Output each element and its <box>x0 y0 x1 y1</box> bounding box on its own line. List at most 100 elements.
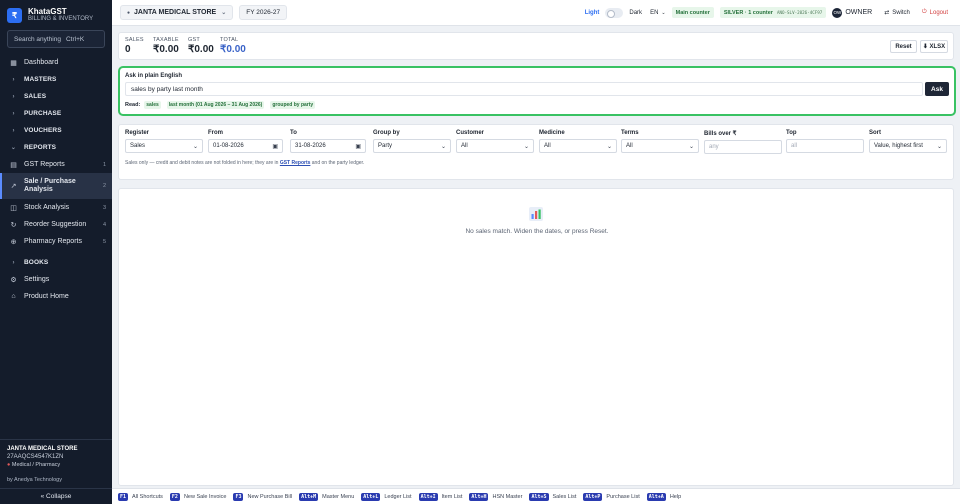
sidebar-group-sales[interactable]: › SALES <box>0 88 112 105</box>
language-selector[interactable]: EN ⌄ <box>650 10 666 16</box>
filter-label: Medicine <box>539 130 565 136</box>
refresh-icon: ↻ <box>10 221 17 229</box>
user-role: OWNER <box>845 9 873 16</box>
parsed-query: Read: sales last month (01 Aug 2026 – 31… <box>125 101 321 109</box>
shortcut-label: Purchase List <box>606 493 640 500</box>
register-note: Sales only — credit and debit notes are … <box>125 160 365 167</box>
license-label: SILVER · 1 counter <box>723 9 773 16</box>
from-date-input[interactable]: 01-08-2026 ▣ <box>208 139 283 153</box>
sidebar-item-reorder-suggestion[interactable]: ↻ Reorder Suggestion 4 <box>0 216 112 233</box>
chevron-down-icon: ⌄ <box>606 143 612 150</box>
shortcut-master-menu[interactable]: Alt+M Master Menu <box>299 492 355 501</box>
theme-toggle[interactable] <box>605 7 624 18</box>
export-xlsx-button[interactable]: ⬇ XLSX <box>920 40 948 53</box>
collapse-button[interactable]: « Collapse <box>0 488 112 504</box>
calendar-icon[interactable]: ▣ <box>355 143 361 150</box>
customer-select[interactable]: All ⌄ <box>456 139 534 153</box>
license-badge: SILVER · 1 counter ANO-SLV-2026-4CF97 <box>719 7 827 18</box>
select-value: All <box>626 143 633 149</box>
shortcut-label: Master Menu <box>322 493 355 500</box>
logout-button[interactable]: ⏻ Logout <box>918 6 952 19</box>
app-subtitle: BILLING & INVENTORY <box>28 16 94 22</box>
sidebar-item-sale-purchase-analysis[interactable]: ↗ Sale / Purchase Analysis 2 <box>0 173 112 199</box>
brand[interactable]: ₹ KhataGST BILLING & INVENTORY <box>0 0 112 28</box>
stat-value: ₹0.00 <box>188 44 214 55</box>
theme-light-label: Light <box>584 9 600 16</box>
sidebar-group-label: REPORTS <box>24 144 57 151</box>
shortcut-sales-list[interactable]: Alt+S Sales List <box>529 492 576 501</box>
shortcut-key: F3 <box>233 492 244 501</box>
store-info: JANTA MEDICAL STORE 27AAQCS4547K1ZN ● Me… <box>0 439 112 472</box>
calendar-icon[interactable]: ▣ <box>272 143 278 150</box>
shortcut-help[interactable]: Alt+A Help <box>646 492 681 501</box>
sidebar-group-reports[interactable]: ⌄ REPORTS <box>0 139 112 156</box>
shortcut-label: New Sale Invoice <box>183 493 227 500</box>
gear-icon: ⚙ <box>10 276 17 284</box>
filter-sort: Sort Value, highest first ⌄ <box>869 130 947 153</box>
filter-label: Bills over ₹ <box>704 131 737 137</box>
shortcut-label: New Purchase Bill <box>247 493 293 500</box>
shortcut-ledger-list[interactable]: Alt+L Ledger List <box>361 492 412 501</box>
reset-button[interactable]: Reset <box>890 40 917 53</box>
shortcut-key: Alt+P <box>583 492 603 501</box>
theme-switch[interactable]: Light Dark <box>584 7 642 18</box>
shortcut-item-list[interactable]: Alt+I Item List <box>418 492 462 501</box>
bills-over-input[interactable]: any <box>704 140 782 154</box>
counter-badge: Main counter <box>671 7 714 18</box>
home-icon: ⌂ <box>11 293 16 300</box>
sidebar-item-label: Sale / Purchase Analysis <box>24 178 76 194</box>
sidebar-item-settings[interactable]: ⚙ Settings <box>0 271 112 288</box>
sidebar-group-purchase[interactable]: › PURCHASE <box>0 105 112 122</box>
shortcut-hsn-master[interactable]: Alt+H HSN Master <box>469 492 522 501</box>
sidebar-item-number: 4 <box>102 221 106 228</box>
sidebar-group-books[interactable]: › BOOKS <box>0 254 112 271</box>
sidebar-item-label-line1: Sale / Purchase <box>24 178 76 185</box>
shortcut-purchase-list[interactable]: Alt+P Purchase List <box>583 492 640 501</box>
ask-input[interactable]: sales by party last month <box>125 82 923 96</box>
filter-label: Top <box>786 130 797 136</box>
gst-reports-link[interactable]: GST Reports <box>280 160 311 166</box>
sidebar-nav: ▦ Dashboard › MASTERS › SALES › PURCHASE… <box>0 54 112 439</box>
store-selector[interactable]: ● JANTA MEDICAL STORE ⌄ <box>120 5 234 20</box>
stat-label: TAXABLE <box>153 37 179 43</box>
sidebar-item-label: Pharmacy Reports <box>24 238 82 245</box>
shortcut-new-purchase[interactable]: F3 New Purchase Bill <box>233 492 293 501</box>
fiscal-year-selector[interactable]: FY 2026-27 <box>239 5 288 20</box>
sidebar-group-vouchers[interactable]: › VOUCHERS <box>0 122 112 139</box>
top-bar: ● JANTA MEDICAL STORE ⌄ FY 2026-27 Light… <box>112 0 960 26</box>
shortcut-new-sale[interactable]: F2 New Sale Invoice <box>169 492 227 501</box>
filter-label: Sort <box>869 130 881 136</box>
filter-label: To <box>290 130 297 136</box>
top-input[interactable]: all <box>786 139 864 153</box>
register-select[interactable]: Sales ⌄ <box>125 139 203 153</box>
sidebar-item-label: GST Reports <box>24 161 65 168</box>
to-date-input[interactable]: 31-08-2026 ▣ <box>290 139 366 153</box>
sidebar-group-masters[interactable]: › MASTERS <box>0 71 112 88</box>
sidebar-item-dashboard[interactable]: ▦ Dashboard <box>0 54 112 71</box>
sidebar-item-stock-analysis[interactable]: ◫ Stock Analysis 3 <box>0 199 112 216</box>
sidebar-item-pharmacy-reports[interactable]: ⊕ Pharmacy Reports 5 <box>0 233 112 250</box>
search-input[interactable]: Search anything Ctrl+K <box>7 30 105 48</box>
terms-select[interactable]: All ⌄ <box>621 139 699 153</box>
ask-card: Ask in plain English sales by party last… <box>118 66 956 116</box>
shortcut-bar: F1 All Shortcuts F2 New Sale Invoice F3 New… <box>112 488 960 504</box>
app-name: KhataGST <box>28 7 67 16</box>
switch-button[interactable]: ⇄ Switch <box>880 6 914 19</box>
user-menu[interactable]: OW OWNER <box>832 7 873 18</box>
sort-select[interactable]: Value, highest first ⌄ <box>869 139 947 153</box>
sidebar-item-label: Settings <box>24 276 50 283</box>
shortcut-key: Alt+M <box>299 492 319 501</box>
parsed-tag-period: last month (01 Aug 2026 – 31 Aug 2026) <box>166 101 265 109</box>
ask-button[interactable]: Ask <box>925 82 949 96</box>
chevron-down-icon: ⌄ <box>688 143 694 150</box>
store-selector-label: JANTA MEDICAL STORE <box>134 9 217 16</box>
chevron-right-icon: › <box>12 127 15 134</box>
shortcut-all[interactable]: F1 All Shortcuts <box>118 492 163 501</box>
group-by-select[interactable]: Party ⌄ <box>373 139 451 153</box>
medicine-select[interactable]: All ⌄ <box>539 139 617 153</box>
sidebar-item-product-home[interactable]: ⌂ Product Home <box>0 288 112 305</box>
shortcut-label: All Shortcuts <box>132 493 163 500</box>
filter-terms: Terms All ⌄ <box>621 130 699 153</box>
filter-label: Terms <box>621 130 639 136</box>
sidebar-item-gst-reports[interactable]: ▤ GST Reports 1 <box>0 156 112 173</box>
